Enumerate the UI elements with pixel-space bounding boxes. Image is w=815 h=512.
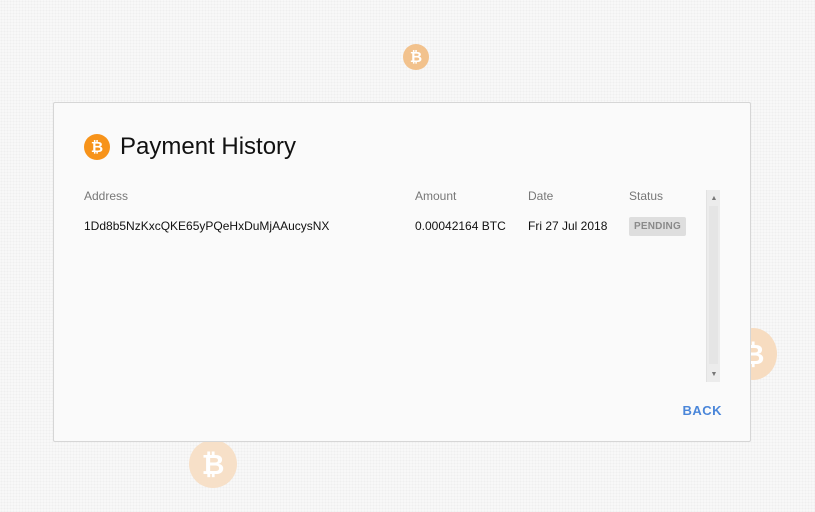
scroll-down-arrow-icon[interactable]: ▼ — [707, 368, 721, 380]
payment-history-dialog: ₿ Payment History Address Amount Date St… — [53, 102, 751, 442]
payments-table: Address Amount Date Status 1Dd8b5NzKxcQK… — [84, 189, 721, 381]
dialog-title: Payment History — [120, 133, 297, 160]
payment-date: Fri 27 Jul 2018 — [528, 219, 608, 233]
payment-amount: 0.00042164 BTC — [415, 219, 506, 233]
column-header-status: Status — [629, 189, 664, 203]
back-button[interactable]: BACK — [682, 403, 722, 418]
bitcoin-background-icon: ₿ — [403, 44, 429, 70]
payment-address: 1Dd8b5NzKxcQKE65yPQeHxDuMjAAucysNX — [84, 219, 330, 233]
column-header-address: Address — [84, 189, 129, 203]
column-header-date: Date — [528, 189, 554, 203]
scroll-up-arrow-icon[interactable]: ▲ — [707, 192, 721, 204]
bitcoin-icon: ₿ — [84, 134, 110, 160]
table-scrollbar[interactable]: ▲ ▼ — [706, 190, 720, 382]
scroll-thumb[interactable] — [709, 206, 718, 364]
bitcoin-background-icon: ₿ — [189, 440, 237, 488]
status-badge: PENDING — [629, 217, 686, 236]
dialog-header: ₿ Payment History — [84, 133, 296, 161]
column-header-amount: Amount — [415, 189, 457, 203]
